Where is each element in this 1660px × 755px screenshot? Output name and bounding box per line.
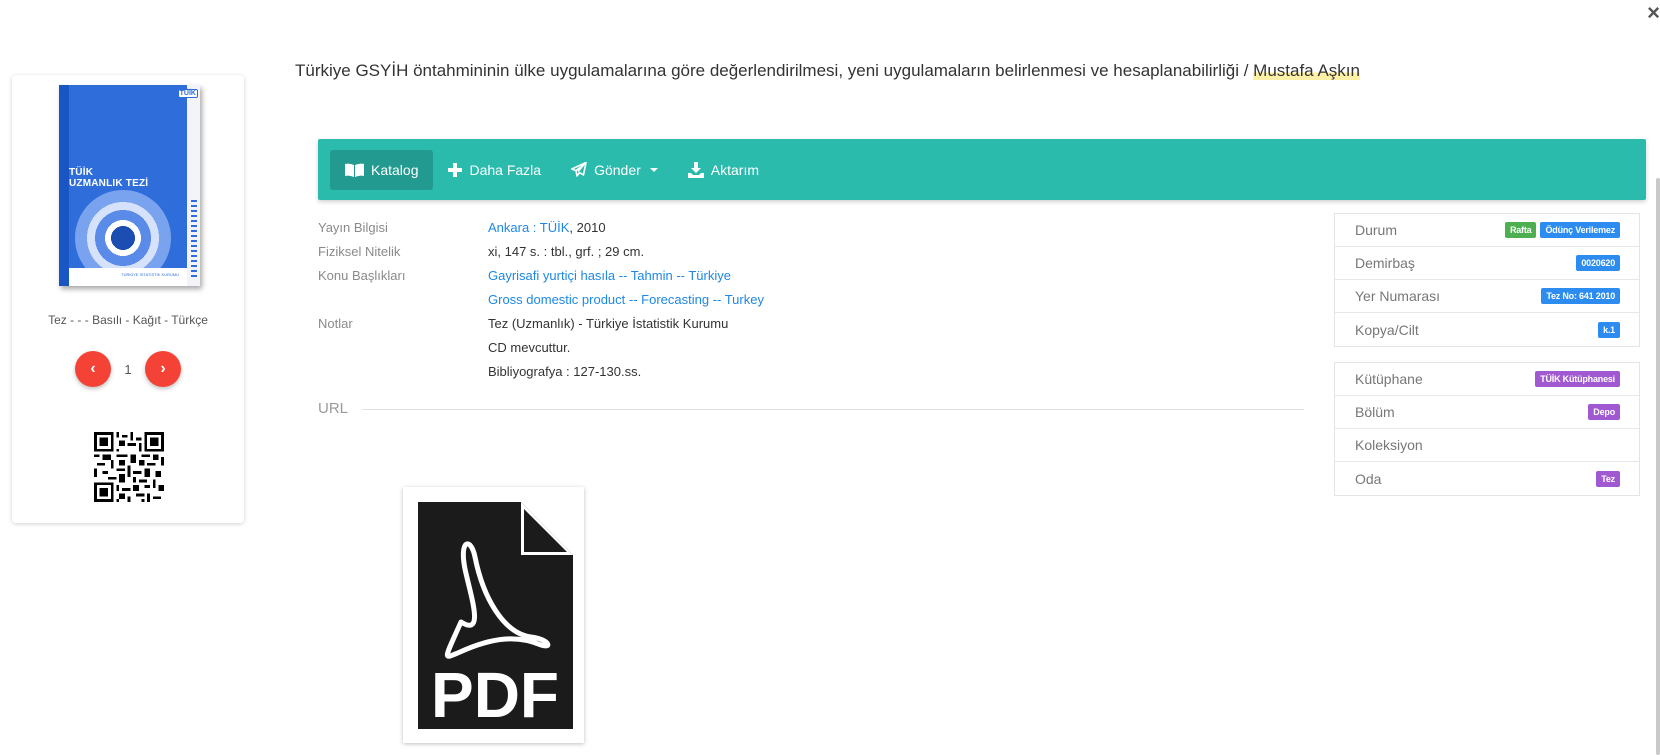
- export-button[interactable]: Aktarım: [673, 150, 774, 190]
- pdf-file-icon: PDF: [418, 502, 573, 731]
- cover-card: TÜİK TÜİK UZMANLIK TEZİ TÜRKİYE İSTATİST…: [12, 75, 244, 523]
- more-button-label: Daha Fazla: [469, 161, 542, 178]
- loan-status-badge: Ödünç Verilemez: [1540, 222, 1620, 238]
- library-badge: TÜİK Kütüphanesi: [1535, 371, 1620, 387]
- url-label: URL: [318, 400, 349, 417]
- call-number-row: Yer Numarası Tez No: 641 2010: [1335, 280, 1639, 313]
- library-row: Kütüphane TÜİK Kütüphanesi: [1335, 363, 1639, 396]
- notes-row: Notlar Tez (Uzmanlık) - Türkiye İstatist…: [318, 311, 764, 335]
- pdf-label: PDF: [431, 659, 559, 731]
- library-label: Kütüphane: [1355, 371, 1423, 387]
- note-value: Bibliyografya : 127-130.ss.: [488, 363, 642, 379]
- collection-row: Koleksiyon: [1335, 429, 1639, 462]
- close-icon[interactable]: ×: [1647, 2, 1660, 24]
- location-panel: Kütüphane TÜİK Kütüphanesi Bölüm Depo Ko…: [1334, 362, 1640, 496]
- download-icon: [687, 161, 704, 178]
- chevron-left-icon: ‹: [90, 360, 96, 377]
- caret-down-icon: [649, 167, 658, 172]
- plus-icon: [448, 162, 463, 177]
- notes-label: Notlar: [318, 315, 353, 331]
- status-row: Durum Rafta Ödünç Verilemez: [1335, 214, 1639, 247]
- physical-row: Fiziksel Nitelik xi, 147 s. : tbl., grf.…: [318, 239, 764, 263]
- copy-label: Kopya/Cilt: [1355, 321, 1419, 338]
- scrollbar[interactable]: [1656, 178, 1660, 755]
- room-badge: Tez: [1596, 470, 1620, 487]
- barcode-label: Demirbaş: [1355, 255, 1415, 271]
- physical-label: Fiziksel Nitelik: [318, 243, 401, 259]
- record-title: Türkiye GSYİH öntahmininin ülke uygulama…: [295, 61, 1360, 80]
- next-page-button[interactable]: ›: [145, 351, 181, 387]
- pdf-download-card[interactable]: PDF: [403, 487, 584, 743]
- send-dropdown[interactable]: Gönder: [556, 150, 673, 190]
- notes-row: Bibliyografya : 127-130.ss.: [318, 359, 764, 383]
- room-label: Oda: [1355, 470, 1382, 487]
- room-row: Oda Tez: [1335, 462, 1639, 495]
- chevron-right-icon: ›: [160, 360, 166, 377]
- more-button[interactable]: Daha Fazla: [433, 150, 556, 190]
- subjects-label: Konu Başlıkları: [318, 267, 406, 283]
- page-number: 1: [124, 361, 132, 377]
- copy-row: Kopya/Cilt k.1: [1335, 313, 1639, 346]
- publication-label: Yayın Bilgisi: [318, 219, 388, 235]
- cover-title: TÜİK UZMANLIK TEZİ: [69, 167, 149, 189]
- url-divider: [362, 409, 1304, 410]
- book-icon: [345, 163, 364, 177]
- subject-row: Konu Başlıkları Gayrisafi yurtiçi hasıla…: [318, 263, 764, 287]
- note-value: CD mevcuttur.: [488, 339, 571, 355]
- cover-logo: TÜİK: [177, 89, 198, 98]
- section-label: Bölüm: [1355, 404, 1395, 420]
- barcode-badge: 0020620: [1576, 255, 1620, 271]
- holdings-panel: Durum Rafta Ödünç Verilemez Demirbaş 002…: [1334, 213, 1640, 347]
- call-number-badge: Tez No: 641 2010: [1541, 288, 1620, 304]
- notes-row: CD mevcuttur.: [318, 335, 764, 359]
- subject-link[interactable]: Gayrisafi yurtiçi hasıla -- Tahmin -- Tü…: [488, 268, 731, 283]
- author-link[interactable]: Mustafa Aşkın: [1253, 61, 1360, 80]
- publication-row: Yayın Bilgisi Ankara : TÜİK, 2010: [318, 215, 764, 239]
- section-row: Bölüm Depo: [1335, 396, 1639, 429]
- status-label: Durum: [1355, 222, 1398, 238]
- note-value: Tez (Uzmanlık) - Türkiye İstatistik Kuru…: [488, 315, 729, 331]
- publication-year: , 2010: [569, 219, 606, 235]
- cover-pager: ‹ 1 ›: [12, 351, 244, 387]
- physical-value: xi, 147 s. : tbl., grf. ; 29 cm.: [488, 243, 645, 259]
- record-details: Yayın Bilgisi Ankara : TÜİK, 2010 Fiziks…: [318, 215, 764, 383]
- copy-badge: k.1: [1598, 321, 1620, 338]
- call-number-label: Yer Numarası: [1355, 288, 1441, 304]
- subject-row: Gross domestic product -- Forecasting --…: [318, 287, 764, 311]
- book-cover-image[interactable]: TÜİK TÜİK UZMANLIK TEZİ TÜRKİYE İSTATİST…: [59, 85, 200, 286]
- send-dropdown-label: Gönder: [594, 161, 641, 178]
- catalog-tab-label: Katalog: [371, 161, 419, 178]
- export-button-label: Aktarım: [710, 161, 760, 178]
- publisher-link[interactable]: Ankara : TÜİK: [488, 220, 569, 235]
- collection-label: Koleksiyon: [1355, 437, 1423, 453]
- material-meta: Tez - - - Basılı - Kağıt - Türkçe: [48, 313, 208, 327]
- paper-plane-icon: [571, 162, 587, 177]
- subject-link[interactable]: Gross domestic product -- Forecasting --…: [488, 292, 764, 307]
- qr-code-icon: [94, 432, 164, 502]
- status-badge: Rafta: [1504, 222, 1537, 238]
- prev-page-button[interactable]: ‹: [75, 351, 111, 387]
- catalog-tab[interactable]: Katalog: [330, 149, 434, 190]
- record-toolbar: Katalog Daha Fazla Gönder Aktarım: [318, 139, 1646, 200]
- barcode-row: Demirbaş 0020620: [1335, 247, 1639, 280]
- section-badge: Depo: [1588, 404, 1620, 420]
